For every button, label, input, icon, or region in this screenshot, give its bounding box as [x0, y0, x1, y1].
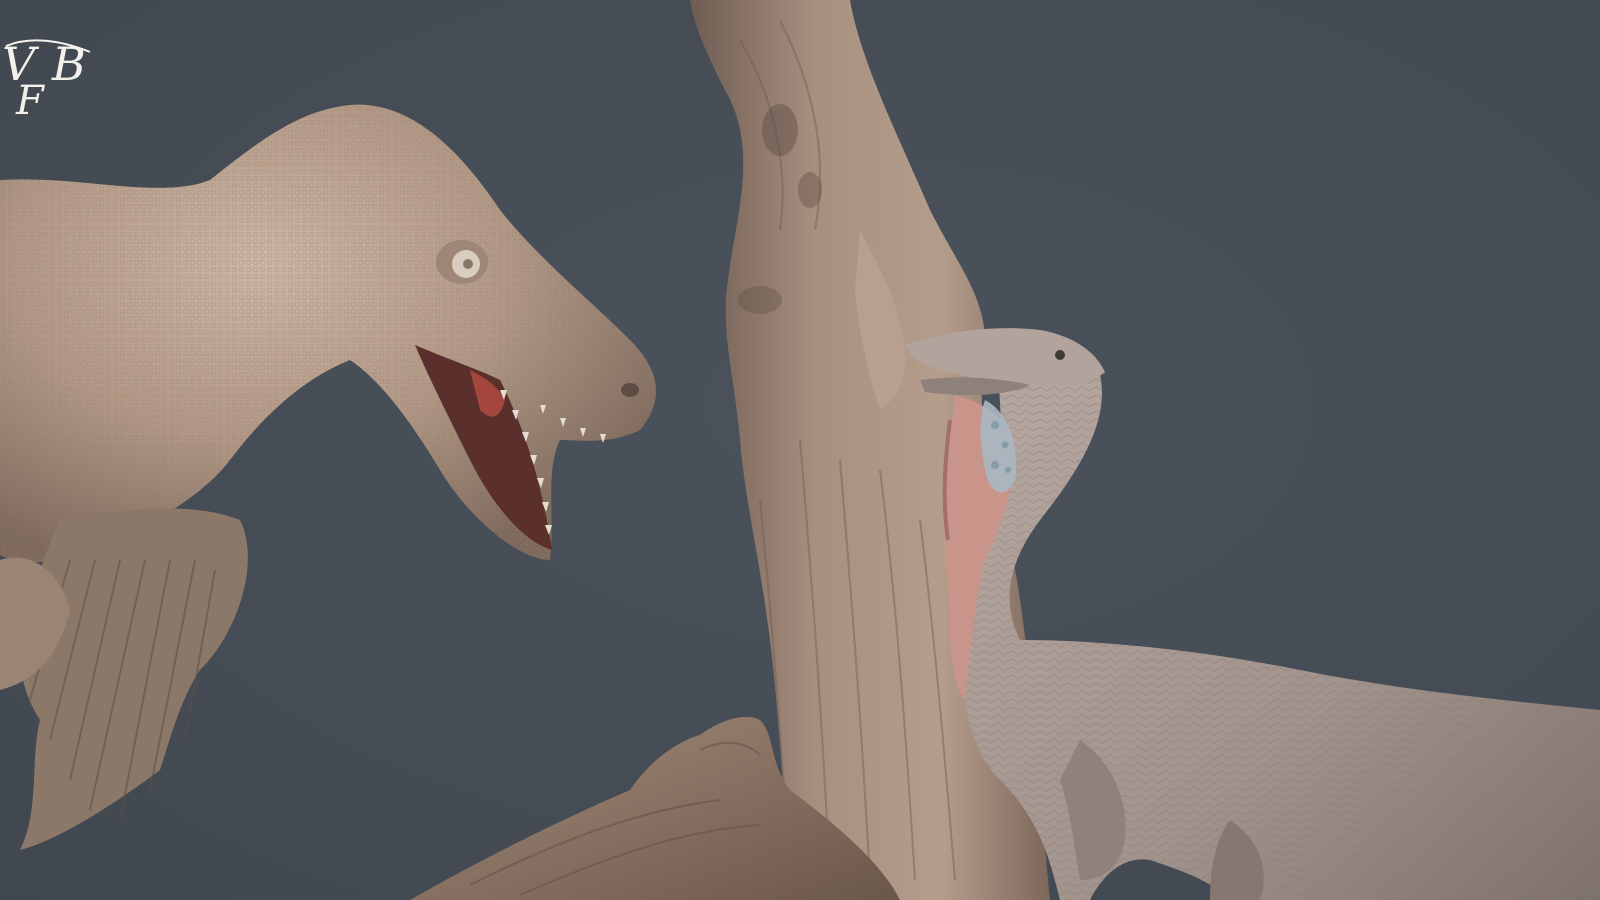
raptor-left [0, 104, 657, 850]
svg-text:F: F [15, 78, 45, 122]
render-scene: V F B [0, 0, 1600, 900]
vfb-watermark-logo: V F B [2, 37, 91, 122]
scene-illustration [0, 0, 1600, 900]
dino-eye [1055, 350, 1065, 360]
raptor-nostril [621, 383, 639, 397]
